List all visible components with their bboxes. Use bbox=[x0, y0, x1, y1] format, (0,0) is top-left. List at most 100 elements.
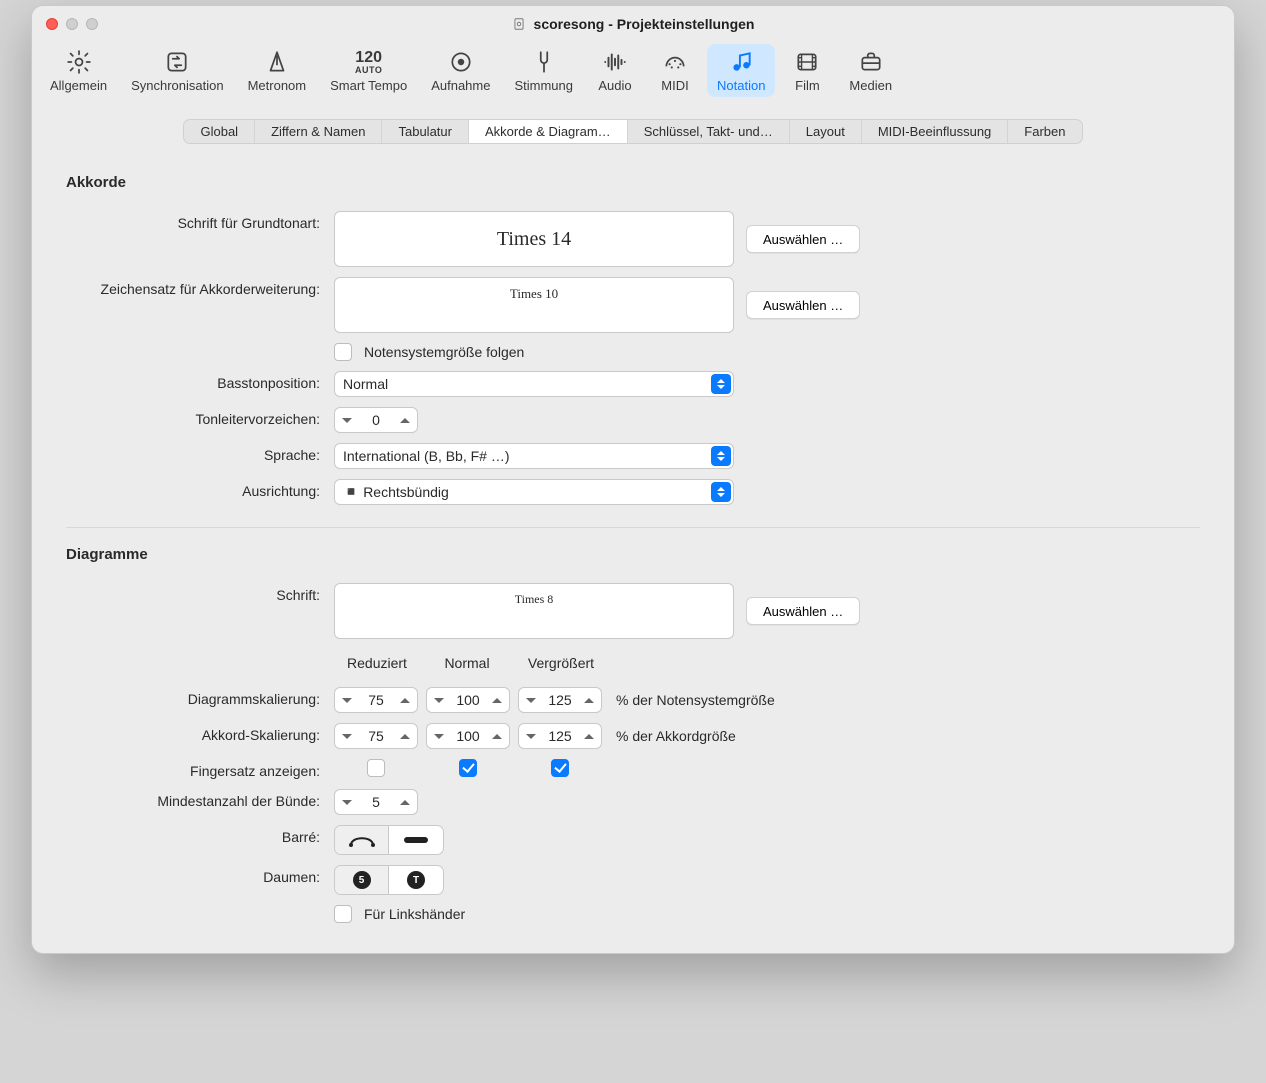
stepper-up-icon[interactable] bbox=[577, 724, 601, 748]
barre-style-segmented[interactable] bbox=[334, 825, 444, 855]
lefthanded-label: Für Linkshänder bbox=[364, 906, 465, 922]
choose-root-font-button[interactable]: Auswählen … bbox=[746, 225, 860, 253]
subtab-tablature[interactable]: Tabulatur bbox=[382, 120, 468, 143]
label-thumb: Daumen: bbox=[66, 865, 334, 885]
chord-scale-suffix: % der Akkordgröße bbox=[616, 728, 736, 744]
thumb-number-icon: 5 bbox=[353, 871, 371, 889]
document-icon bbox=[512, 17, 526, 31]
window-controls bbox=[46, 18, 98, 30]
stepper-up-icon[interactable] bbox=[393, 408, 417, 432]
choose-diagram-font-button[interactable]: Auswählen … bbox=[746, 597, 860, 625]
tab-general[interactable]: Allgemein bbox=[40, 44, 117, 97]
main-toolbar: Allgemein Synchronisation Metronom 120 A… bbox=[32, 42, 1234, 103]
subtab-layout[interactable]: Layout bbox=[790, 120, 862, 143]
fingering-normal-checkbox[interactable] bbox=[459, 759, 477, 777]
zoom-icon[interactable] bbox=[86, 18, 98, 30]
tab-film[interactable]: Film bbox=[779, 44, 835, 97]
diagram-scale-normal-stepper[interactable]: 100 bbox=[426, 687, 510, 713]
section-chords: Akkorde Schrift für Grundtonart: Times 1… bbox=[66, 174, 1200, 505]
chevron-updown-icon bbox=[711, 374, 731, 394]
fingering-reduced-checkbox[interactable] bbox=[367, 759, 385, 777]
thumb-letter-icon: T bbox=[407, 871, 425, 889]
stepper-down-icon[interactable] bbox=[335, 408, 359, 432]
align-right-icon: ◾ bbox=[343, 484, 359, 500]
subtab-clefs-time[interactable]: Schlüssel, Takt- und… bbox=[628, 120, 790, 143]
scale-sign-stepper[interactable]: 0 bbox=[334, 407, 418, 433]
header-enlarged: Vergrößert bbox=[514, 655, 608, 671]
subtab-global[interactable]: Global bbox=[184, 120, 255, 143]
tab-media[interactable]: Medien bbox=[839, 44, 902, 97]
stepper-down-icon[interactable] bbox=[335, 724, 359, 748]
stepper-up-icon[interactable] bbox=[393, 688, 417, 712]
content-pane: Akkorde Schrift für Grundtonart: Times 1… bbox=[32, 150, 1234, 953]
subtab-chords-diagrams[interactable]: Akkorde & Diagram… bbox=[469, 120, 628, 143]
fingering-enlarged-checkbox[interactable] bbox=[551, 759, 569, 777]
notation-subtabs: Global Ziffern & Namen Tabulatur Akkorde… bbox=[32, 103, 1234, 150]
stepper-up-icon[interactable] bbox=[485, 688, 509, 712]
record-icon bbox=[447, 48, 475, 76]
chord-scale-normal-stepper[interactable]: 100 bbox=[426, 723, 510, 749]
header-reduced: Reduziert bbox=[334, 655, 420, 671]
chevron-updown-icon bbox=[711, 482, 731, 502]
gear-icon bbox=[65, 48, 93, 76]
diagram-scale-reduced-stepper[interactable]: 75 bbox=[334, 687, 418, 713]
choose-extension-font-button[interactable]: Auswählen … bbox=[746, 291, 860, 319]
label-scale-sign: Tonleitervorzeichen: bbox=[66, 407, 334, 427]
tab-midi[interactable]: MIDI bbox=[647, 44, 703, 97]
metronome-icon bbox=[263, 48, 291, 76]
section-title-chords: Akkorde bbox=[66, 174, 1200, 191]
subtab-colors[interactable]: Farben bbox=[1008, 120, 1081, 143]
label-show-fingering: Fingersatz anzeigen: bbox=[66, 759, 334, 779]
stepper-down-icon[interactable] bbox=[519, 724, 543, 748]
tab-notation[interactable]: Notation bbox=[707, 44, 775, 97]
barre-bar-icon bbox=[404, 837, 428, 843]
bass-position-popup[interactable]: Normal bbox=[334, 371, 734, 397]
chevron-updown-icon bbox=[711, 446, 731, 466]
barre-arc-option[interactable] bbox=[335, 826, 389, 854]
tab-audio[interactable]: Audio bbox=[587, 44, 643, 97]
minimize-icon[interactable] bbox=[66, 18, 78, 30]
barre-arc-icon bbox=[348, 833, 376, 847]
label-root-font: Schrift für Grundtonart: bbox=[66, 211, 334, 231]
stepper-up-icon[interactable] bbox=[577, 688, 601, 712]
chord-scale-reduced-stepper[interactable]: 75 bbox=[334, 723, 418, 749]
stepper-up-icon[interactable] bbox=[393, 790, 417, 814]
tab-tuning[interactable]: Stimmung bbox=[504, 44, 583, 97]
label-bass-position: Basstonposition: bbox=[66, 371, 334, 391]
notation-icon bbox=[727, 48, 755, 76]
stepper-down-icon[interactable] bbox=[519, 688, 543, 712]
lefthanded-checkbox[interactable] bbox=[334, 905, 352, 923]
thumb-style-segmented[interactable]: 5 T bbox=[334, 865, 444, 895]
stepper-down-icon[interactable] bbox=[427, 688, 451, 712]
stepper-down-icon[interactable] bbox=[335, 790, 359, 814]
subtab-midi-influence[interactable]: MIDI-Beeinflussung bbox=[862, 120, 1008, 143]
briefcase-icon bbox=[857, 48, 885, 76]
close-icon[interactable] bbox=[46, 18, 58, 30]
diagram-scale-suffix: % der Notensystemgröße bbox=[616, 692, 775, 708]
diagram-scale-enlarged-stepper[interactable]: 125 bbox=[518, 687, 602, 713]
header-normal: Normal bbox=[420, 655, 514, 671]
tab-metronome[interactable]: Metronom bbox=[238, 44, 317, 97]
stepper-up-icon[interactable] bbox=[485, 724, 509, 748]
barre-bar-option[interactable] bbox=[389, 826, 443, 854]
label-language: Sprache: bbox=[66, 443, 334, 463]
alignment-popup[interactable]: ◾ Rechtsbündig bbox=[334, 479, 734, 505]
root-font-preview: Times 14 bbox=[334, 211, 734, 267]
label-diagram-scaling: Diagrammskalierung: bbox=[66, 687, 334, 707]
subtab-numbers-names[interactable]: Ziffern & Namen bbox=[255, 120, 382, 143]
min-frets-stepper[interactable]: 5 bbox=[334, 789, 418, 815]
label-min-frets: Mindestanzahl der Bünde: bbox=[66, 789, 334, 809]
tab-sync[interactable]: Synchronisation bbox=[121, 44, 234, 97]
stepper-down-icon[interactable] bbox=[335, 688, 359, 712]
stepper-up-icon[interactable] bbox=[393, 724, 417, 748]
follow-staff-size-checkbox[interactable] bbox=[334, 343, 352, 361]
thumb-letter-option[interactable]: T bbox=[389, 866, 443, 894]
thumb-number-option[interactable]: 5 bbox=[335, 866, 389, 894]
section-title-diagrams: Diagramme bbox=[66, 546, 1200, 563]
language-popup[interactable]: International (B, Bb, F# …) bbox=[334, 443, 734, 469]
film-icon bbox=[793, 48, 821, 76]
tab-smart-tempo[interactable]: 120 AUTO Smart Tempo bbox=[320, 44, 417, 97]
tab-record[interactable]: Aufnahme bbox=[421, 44, 500, 97]
stepper-down-icon[interactable] bbox=[427, 724, 451, 748]
chord-scale-enlarged-stepper[interactable]: 125 bbox=[518, 723, 602, 749]
